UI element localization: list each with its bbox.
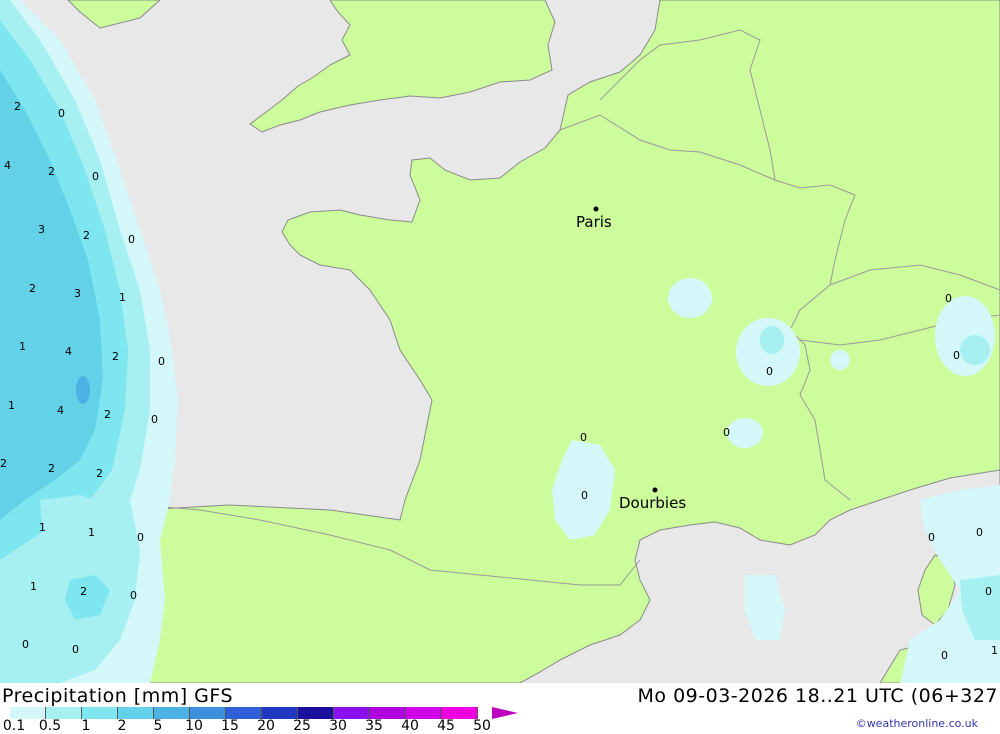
legend-label: 45 [437,718,455,734]
value-label: 2 [48,165,55,178]
value-label: 2 [83,229,90,242]
value-label: 2 [0,457,7,470]
value-label: 1 [991,644,998,657]
legend-label: 5 [153,718,163,734]
value-label: 4 [4,159,11,172]
value-label: 0 [766,365,773,378]
value-label: 1 [88,526,95,539]
value-label: 0 [22,638,29,651]
precip-legend-labels: 0.1 0.5 1 2 5 10 15 20 25 30 35 40 45 50 [0,718,520,734]
value-label: 2 [48,462,55,475]
value-label: 0 [72,643,79,656]
value-label: 0 [985,585,992,598]
value-label: 4 [57,404,64,417]
map-footer: Precipitation [mm] GFS Mo 09-03-2026 18.… [0,683,1000,734]
credit-link[interactable]: ©weatheronline.co.uk [856,717,978,730]
value-label: 0 [928,531,935,544]
value-label: 0 [581,489,588,502]
legend-label: 10 [185,718,203,734]
value-label: 0 [151,413,158,426]
value-label: 2 [112,350,119,363]
city-label-dourbies: Dourbies [619,494,686,512]
value-label: 1 [30,580,37,593]
value-label: 0 [92,170,99,183]
value-label: 4 [65,345,72,358]
value-label: 0 [945,292,952,305]
value-label: 0 [130,589,137,602]
value-label: 2 [14,100,21,113]
value-label: 0 [158,355,165,368]
value-label: 1 [39,521,46,534]
precipitation-map: Paris Dourbies 2 0 4 2 0 3 2 0 2 3 1 1 4… [0,0,1000,683]
legend-label: 1 [81,718,91,734]
legend-label: 40 [401,718,419,734]
value-label: 1 [8,399,15,412]
value-label: 3 [74,287,81,300]
value-label: 1 [19,340,26,353]
legend-label: 30 [329,718,347,734]
precip-core-blue [76,376,90,404]
value-label: 0 [976,526,983,539]
forecast-time: Mo 09-03-2026 18..21 UTC (06+327 [637,685,998,707]
value-label: 0 [580,431,587,444]
value-label: 0 [128,233,135,246]
value-label: 2 [80,585,87,598]
legend-label: 50 [473,718,491,734]
value-label: 0 [953,349,960,362]
value-label: 0 [137,531,144,544]
legend-label: 2 [117,718,127,734]
value-label: 0 [58,107,65,120]
value-label: 1 [119,291,126,304]
legend-label: 0.1 [2,718,26,734]
legend-label: 15 [221,718,239,734]
legend-label: 25 [293,718,311,734]
city-label-paris: Paris [576,213,612,231]
value-label: 0 [941,649,948,662]
legend-label: 35 [365,718,383,734]
legend-label: 0.5 [38,718,62,734]
value-label: 2 [29,282,36,295]
value-label: 3 [38,223,45,236]
value-label: 2 [96,467,103,480]
legend-label: 20 [257,718,275,734]
value-label: 0 [723,426,730,439]
value-label: 2 [104,408,111,421]
map-title: Precipitation [mm] GFS [2,685,234,707]
